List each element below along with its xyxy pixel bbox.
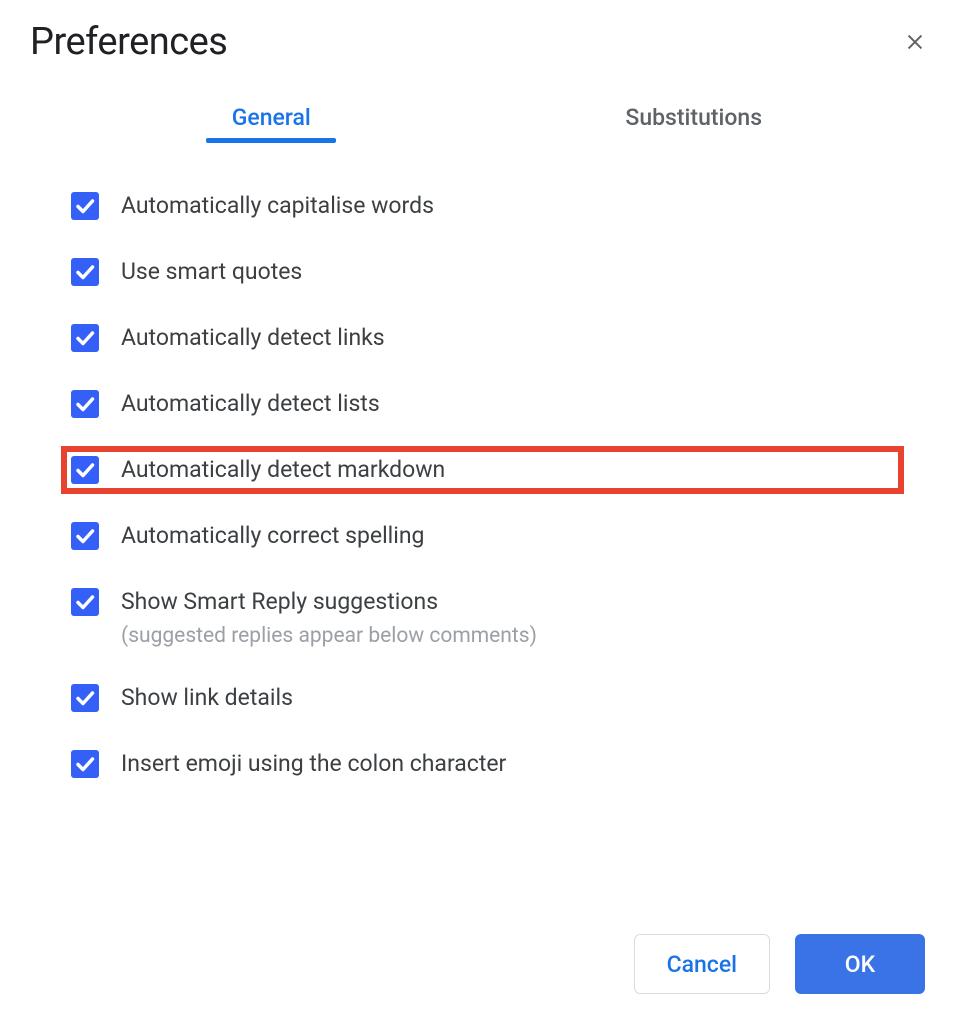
option-label: Automatically detect lists (121, 388, 380, 420)
option-label: Automatically correct spelling (121, 520, 424, 552)
check-icon (73, 260, 97, 284)
check-icon (73, 458, 97, 482)
close-button[interactable] (895, 22, 935, 62)
ok-button[interactable]: OK (795, 934, 925, 994)
checkbox-correct-spelling[interactable] (71, 522, 99, 550)
option-label: Automatically detect links (121, 322, 385, 354)
close-icon (904, 31, 926, 53)
checkbox-capitalise[interactable] (71, 192, 99, 220)
checkbox-smart-reply[interactable] (71, 588, 99, 616)
option-emoji-colon: Insert emoji using the colon character (65, 744, 900, 784)
option-link-details: Show link details (65, 678, 900, 718)
option-detect-markdown: Automatically detect markdown (65, 450, 900, 490)
checkbox-detect-links[interactable] (71, 324, 99, 352)
check-icon (73, 524, 97, 548)
option-label: Insert emoji using the colon character (121, 748, 506, 780)
tab-general[interactable]: General (60, 104, 483, 141)
tab-bar: General Substitutions (30, 104, 935, 141)
check-icon (73, 326, 97, 350)
check-icon (73, 392, 97, 416)
checkbox-detect-lists[interactable] (71, 390, 99, 418)
check-icon (73, 686, 97, 710)
option-label: Show Smart Reply suggestions (121, 586, 537, 618)
checkbox-detect-markdown[interactable] (71, 456, 99, 484)
option-label: Automatically detect markdown (121, 454, 445, 486)
checkbox-link-details[interactable] (71, 684, 99, 712)
option-sublabel: (suggested replies appear below comments… (121, 624, 537, 648)
option-smart-reply: Show Smart Reply suggestions (suggested … (65, 582, 900, 652)
checkbox-emoji-colon[interactable] (71, 750, 99, 778)
checkbox-smart-quotes[interactable] (71, 258, 99, 286)
dialog-footer: Cancel OK (634, 934, 925, 994)
option-label: Show link details (121, 682, 293, 714)
check-icon (73, 590, 97, 614)
option-capitalise: Automatically capitalise words (65, 186, 900, 226)
option-label: Use smart quotes (121, 256, 302, 288)
option-label: Automatically capitalise words (121, 190, 434, 222)
dialog-header: Preferences (30, 20, 935, 64)
dialog-title: Preferences (30, 20, 227, 64)
option-smart-quotes: Use smart quotes (65, 252, 900, 292)
option-detect-lists: Automatically detect lists (65, 384, 900, 424)
option-correct-spelling: Automatically correct spelling (65, 516, 900, 556)
option-detect-links: Automatically detect links (65, 318, 900, 358)
check-icon (73, 194, 97, 218)
cancel-button[interactable]: Cancel (634, 934, 770, 994)
options-list: Automatically capitalise words Use smart… (30, 186, 935, 784)
check-icon (73, 752, 97, 776)
tab-substitutions[interactable]: Substitutions (483, 104, 906, 141)
